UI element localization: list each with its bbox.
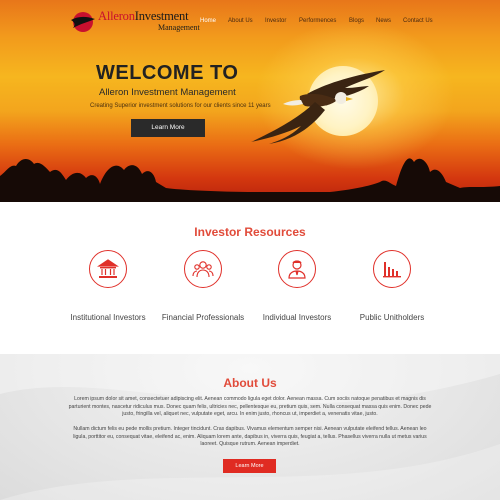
about-learn-more-button[interactable]: Learn More [223,459,276,473]
hero-heading: WELCOME TO [96,62,239,84]
about-title: About Us [223,376,277,390]
resource-label: Public Unitholders [359,313,425,322]
nav-performences-link[interactable]: Performences [299,18,336,24]
hero-subheading: Alleron Investment Management [99,87,236,98]
bar-chart-icon [383,262,401,278]
resource-icon-circle [373,250,411,288]
investor-resources-section: Investor Resources Institutional Investo… [0,202,500,354]
about-paragraph-2: Nullam dictum felis eu pede mollis preti… [73,426,427,448]
hero-banner: AlleronInvestment Management Home About … [0,0,500,202]
nav-investor-link[interactable]: Investor [265,18,286,24]
bank-building-icon [97,259,119,278]
nav-home-link[interactable]: Home [200,18,216,24]
nav-contact-link[interactable]: Contact Us [403,18,433,24]
nav-about-link[interactable]: About Us [228,18,253,24]
resource-icon-circle [89,250,127,288]
main-menu: Home About Us Investor Performences Blog… [0,18,500,28]
resource-icon-circle [184,250,222,288]
resource-public-unitholders[interactable]: Public Unitholders [332,250,452,330]
tree-silhouette [0,158,500,202]
about-us-section: About Us Lorem ipsum dolor sit amet, con… [0,354,500,500]
about-paragraph-1: Lorem ipsum dolor sit amet, consectetuer… [68,396,432,418]
nav-blogs-link[interactable]: Blogs [349,18,364,24]
hero-learn-more-button[interactable]: Learn More [131,119,205,137]
businessman-icon [288,260,306,279]
professionals-group-icon [192,261,214,278]
hero-tagline: Creating Superior investment solutions f… [90,103,271,109]
resource-icon-circle [278,250,316,288]
top-navigation: AlleronInvestment Management Home About … [0,0,500,40]
nav-news-link[interactable]: News [376,18,391,24]
resources-title: Investor Resources [194,225,306,239]
